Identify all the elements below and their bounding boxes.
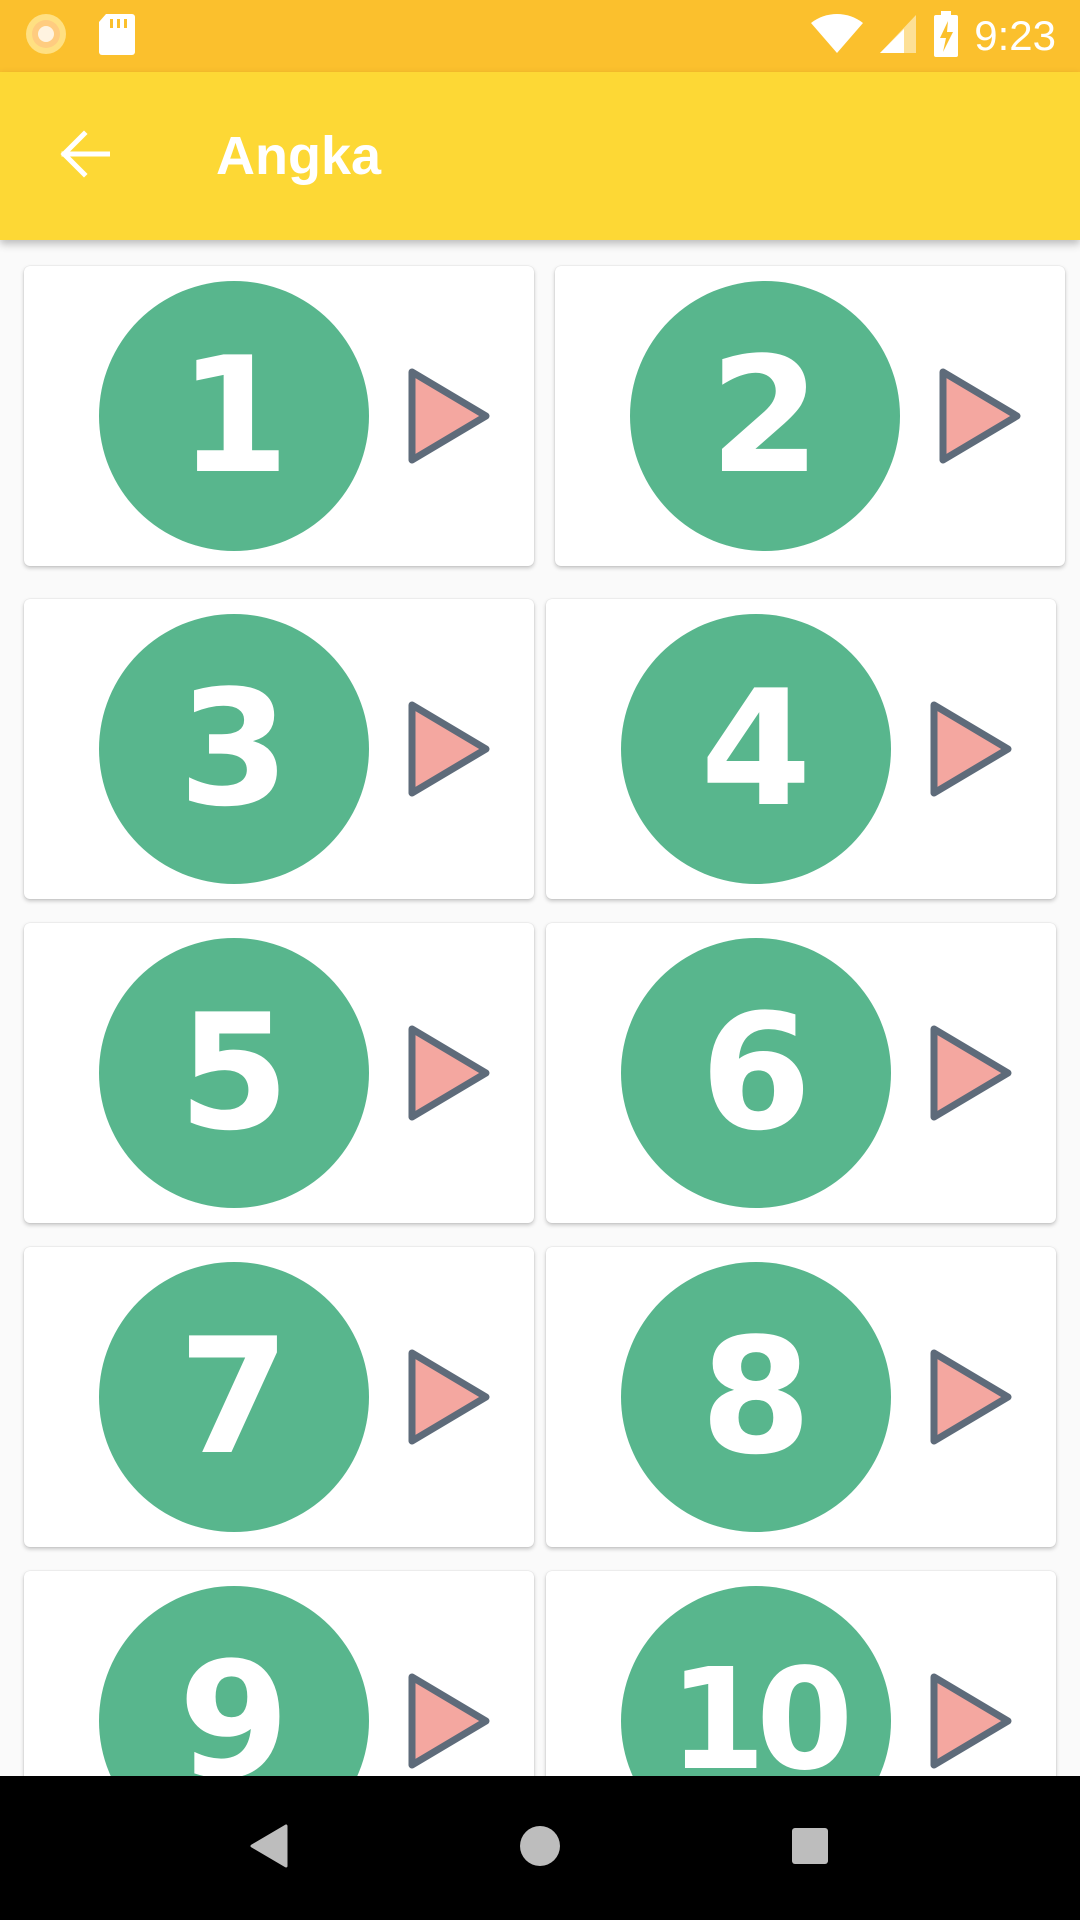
triangle-back-icon: [246, 1822, 294, 1875]
battery-charging-icon: [932, 10, 960, 63]
number-label: 7: [178, 1303, 290, 1490]
play-icon[interactable]: [926, 1347, 1016, 1447]
number-label: 9: [178, 1627, 290, 1777]
number-label: 10: [668, 1639, 854, 1777]
number-circle: 10: [621, 1586, 891, 1776]
nav-back-button[interactable]: [234, 1812, 306, 1884]
nav-home-button[interactable]: [504, 1812, 576, 1884]
number-card-9[interactable]: 9: [24, 1571, 534, 1776]
number-card-2[interactable]: 2: [555, 266, 1065, 566]
number-circle: 5: [99, 938, 369, 1208]
play-icon[interactable]: [926, 1023, 1016, 1123]
number-circle: 3: [99, 614, 369, 884]
number-card-8[interactable]: 8: [546, 1247, 1056, 1547]
number-card-10[interactable]: 10: [546, 1571, 1056, 1776]
sd-card-icon: [98, 12, 136, 61]
number-label: 8: [700, 1303, 812, 1490]
number-circle: 1: [99, 281, 369, 551]
page-title: Angka: [216, 126, 382, 186]
status-time: 9:23: [974, 12, 1056, 59]
signal-icon: [878, 13, 918, 60]
number-label: 2: [709, 322, 821, 509]
number-label: 4: [700, 655, 812, 842]
play-icon[interactable]: [404, 366, 494, 466]
number-card-6[interactable]: 6: [546, 923, 1056, 1223]
play-icon[interactable]: [926, 699, 1016, 799]
app-bar: Angka: [0, 72, 1080, 240]
circle-home-icon: [518, 1824, 562, 1873]
back-button[interactable]: [24, 96, 144, 216]
play-icon[interactable]: [404, 1023, 494, 1123]
nav-recents-button[interactable]: [774, 1812, 846, 1884]
play-icon[interactable]: [935, 366, 1025, 466]
sun-icon: [24, 12, 68, 61]
number-circle: 9: [99, 1586, 369, 1776]
number-card-5[interactable]: 5: [24, 923, 534, 1223]
navigation-bar: [0, 1776, 1080, 1920]
status-bar: 9:23: [0, 0, 1080, 72]
number-circle: 6: [621, 938, 891, 1208]
play-icon[interactable]: [926, 1671, 1016, 1771]
number-label: 6: [700, 979, 812, 1166]
number-card-7[interactable]: 7: [24, 1247, 534, 1547]
number-card-4[interactable]: 4: [546, 599, 1056, 899]
play-icon[interactable]: [404, 1671, 494, 1771]
arrow-left-icon: [58, 129, 111, 183]
number-circle: 2: [630, 281, 900, 551]
number-circle: 8: [621, 1262, 891, 1532]
number-grid: 1 2 3 4 5 6 7 8 9 10: [0, 240, 1080, 1776]
play-icon[interactable]: [404, 699, 494, 799]
wifi-icon: [810, 13, 864, 60]
number-label: 5: [178, 979, 290, 1166]
number-card-3[interactable]: 3: [24, 599, 534, 899]
number-circle: 7: [99, 1262, 369, 1532]
number-label: 3: [178, 655, 290, 842]
square-recents-icon: [790, 1826, 830, 1871]
number-circle: 4: [621, 614, 891, 884]
number-card-1[interactable]: 1: [24, 266, 534, 566]
play-icon[interactable]: [404, 1347, 494, 1447]
number-label: 1: [178, 322, 290, 509]
